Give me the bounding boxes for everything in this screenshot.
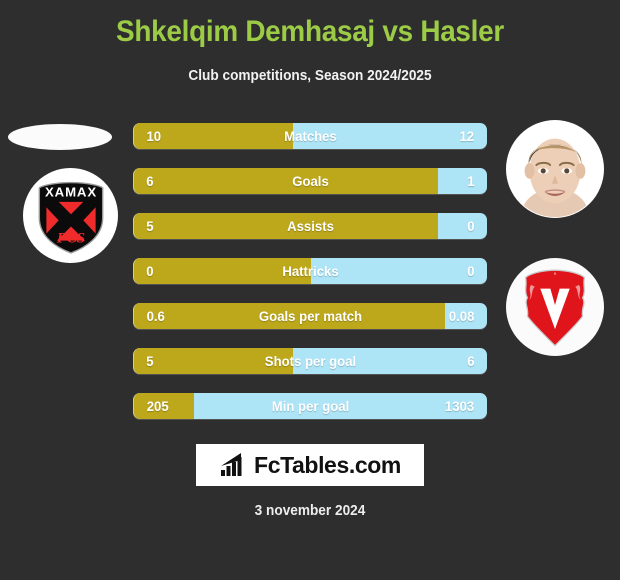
right-value: 1303 [444, 398, 475, 414]
bar-chart-growth-icon [221, 453, 242, 476]
stat-row-min-per-goal: 205 Min per goal 1303 [133, 393, 487, 419]
player-portrait-icon [506, 120, 604, 218]
stat-row-goals-per-match: 0.6 Goals per match 0.08 [133, 303, 487, 329]
page-title: Shkelqim Demhasaj vs Hasler [116, 15, 504, 48]
svg-text:FCS: FCS [55, 230, 84, 246]
left-value: 5 [146, 218, 154, 234]
neuchatel-xamax-fcs-badge-icon: XAMAX FCS [27, 172, 114, 259]
left-value: 6 [146, 173, 154, 189]
left-club-badge: XAMAX FCS [23, 168, 118, 263]
left-bar-fill [134, 168, 438, 194]
fctables-logo[interactable]: FcTables.com [196, 444, 424, 486]
stat-row-shots-per-goal: 5 Shots per goal 6 [133, 348, 487, 374]
left-bar-fill [134, 213, 438, 239]
right-value: 12 [459, 128, 475, 144]
svg-text:XAMAX: XAMAX [44, 184, 96, 199]
left-value: 0.6 [146, 308, 165, 324]
stat-bars-list: 10 Matches 12 6 Goals 1 5 Assists 0 0 Ha… [133, 123, 487, 419]
right-value: 1 [467, 173, 475, 189]
page-subtitle: Club competitions, Season 2024/2025 [188, 68, 432, 84]
left-value: 10 [146, 128, 162, 144]
right-value: 0 [467, 218, 475, 234]
comparison-panel: XAMAX FCS 10 Matches 12 6 Goals 1 5 Assi… [0, 118, 620, 428]
fc-vaduz-badge-icon [509, 261, 601, 353]
stat-label: Min per goal [271, 398, 350, 414]
left-player-column: XAMAX FCS [0, 118, 132, 428]
footer-date: 3 november 2024 [254, 503, 366, 519]
left-bar-fill [134, 303, 445, 329]
left-bar-fill [134, 258, 311, 284]
stat-row-assists: 5 Assists 0 [133, 213, 487, 239]
player-portrait-photo [506, 120, 604, 218]
stat-row-hattricks: 0 Hattricks 0 [133, 258, 487, 284]
right-club-badge [506, 258, 604, 356]
right-value: 0.08 [448, 308, 475, 324]
left-value: 205 [146, 398, 169, 414]
stat-row-matches: 10 Matches 12 [133, 123, 487, 149]
left-value: 0 [146, 263, 154, 279]
left-value: 5 [146, 353, 154, 369]
partial-logo-ellipse [8, 124, 112, 150]
right-player-column [488, 118, 620, 428]
stat-row-goals: 6 Goals 1 [133, 168, 487, 194]
right-value: 0 [467, 263, 475, 279]
fctables-logo-text: FcTables.com [254, 451, 401, 478]
right-value: 6 [467, 353, 475, 369]
left-bar-fill [134, 348, 293, 374]
